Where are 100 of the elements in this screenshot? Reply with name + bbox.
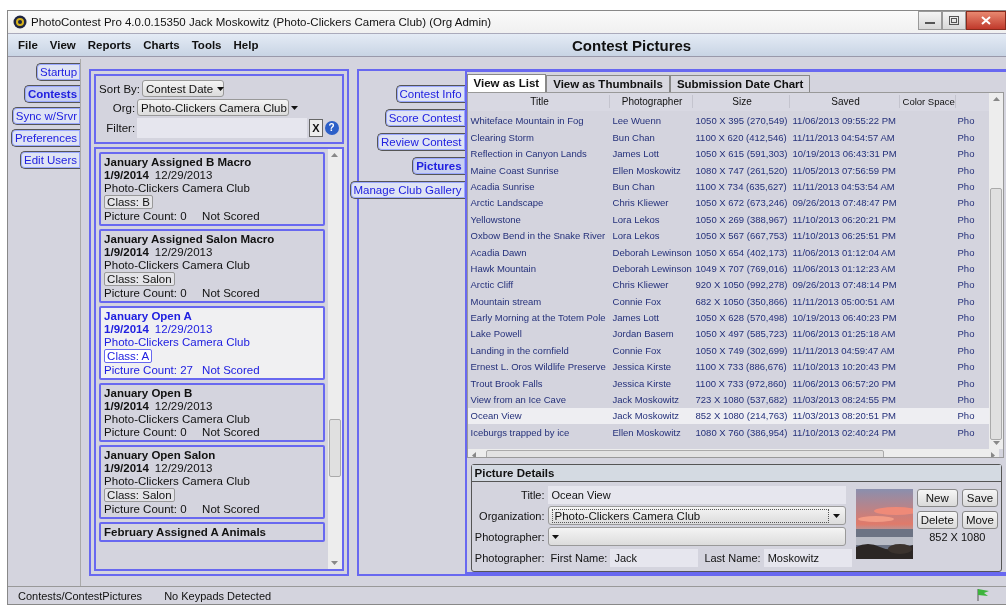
view-tab[interactable]: View as Thumbnails	[546, 74, 670, 92]
nav-tab[interactable]: Edit Users	[20, 151, 81, 169]
club-name: Photo-Clickers Camera Club	[104, 475, 251, 487]
section-heading: Picture Details	[471, 465, 1001, 482]
table-row[interactable]: View from an Ice Cave Jack Moskowitz 723 X 1080 (537,682) 11/03/2013 08:24:55 PM Pho	[467, 391, 989, 408]
table-cell-text: Jordan Basem	[611, 327, 675, 341]
table-cell-text: Arctic Cliff	[469, 278, 515, 292]
window-title: PhotoContest Pro 4.0.0.15350 Jack Moskowitz (Photo-Clickers Camera Club) (Org Admin)	[31, 16, 493, 28]
action-button[interactable]: Move	[961, 511, 998, 529]
clear-button[interactable]: X	[309, 119, 323, 137]
table-cell-text: James Lott	[611, 311, 660, 325]
table-cell-text: Jessica Kirste	[611, 376, 673, 390]
menu-item[interactable]: Charts	[137, 39, 186, 51]
scrollbar-thumb[interactable]	[990, 187, 1002, 440]
column-header[interactable]: Saved	[789, 95, 900, 109]
column-header[interactable]: Color Space	[899, 95, 956, 109]
title-field[interactable]: Ocean View	[547, 485, 846, 504]
table-row[interactable]: Ocean View Jack Moskowitz 852 X 1080 (214,763) 11/03/2013 08:20:51 PM Pho	[467, 407, 989, 425]
closing-date: 12/29/2013	[154, 246, 213, 258]
table-cell-text: Pho	[956, 409, 976, 423]
nav-tab[interactable]: Manage Club Gallery	[349, 181, 465, 199]
menu-item[interactable]: Help	[227, 39, 265, 51]
contest-card[interactable]: January Open A 1/9/2014 12/29/2013 Photo-Clickers Camera Club Class: A Picture Count: 27 Not Scored	[99, 306, 325, 380]
contest-card[interactable]: January Open B 1/9/2014 12/29/2013 Photo-Clickers Camera Club Picture Count: 0 Not Scored	[99, 383, 325, 442]
nav-tab[interactable]: Review Contest	[377, 133, 465, 151]
contest-card[interactable]: January Open Salon 1/9/2014 12/29/2013 Photo-Clickers Camera Club Class: Salon Picture Count: 0 Not Scored	[99, 445, 325, 519]
table-cell-text: James Lott	[611, 147, 660, 161]
contest-card[interactable]: January Assigned B Macro 1/9/2014 12/29/2013 Photo-Clickers Camera Club Class: B Picture Count: 0 Not Scored	[99, 152, 325, 226]
down-arrow-icon	[331, 561, 339, 565]
menu-item[interactable]: Reports	[81, 39, 138, 51]
sort-dropdown[interactable]: Contest Date	[142, 80, 224, 97]
nav-tab[interactable]: Sync w/Srvr	[11, 107, 81, 125]
last-name-field[interactable]: Moskowitz	[763, 548, 852, 567]
table-row[interactable]: Maine Coast Sunrise Ellen Moskowitz 1080 X 747 (261,520) 11/05/2013 07:56:59 PM Pho	[467, 161, 989, 179]
photographer-dropdown[interactable]	[547, 527, 846, 546]
nav-tab[interactable]: Contest Info	[395, 85, 465, 103]
table-cell-text: Pho	[956, 114, 976, 128]
scrollbar[interactable]	[327, 149, 342, 569]
nav-tab[interactable]: Score Contest	[384, 109, 465, 127]
column-header[interactable]: Title	[467, 95, 610, 109]
scrollbar-thumb[interactable]	[328, 419, 341, 477]
table-row[interactable]: Oxbow Bend in the Snake River Lora Lekos 1050 X 567 (667,753) 11/10/2013 06:25:51 PM Pho	[467, 227, 989, 244]
closing-date: 12/29/2013	[154, 400, 213, 412]
table-row[interactable]: Trout Brook Falls Jessica Kirste 1100 X 733 (972,860) 11/06/2013 06:57:20 PM Pho	[467, 374, 989, 392]
table-cell-text: 11/06/2013 01:25:18 AM	[791, 327, 897, 341]
table-cell-text: Hawk Mountain	[469, 261, 537, 275]
table-cell-text: 1050 X 269 (388,967)	[694, 212, 789, 226]
table-row[interactable]: Lake Powell Jordan Basem 1050 X 497 (585,723) 11/06/2013 01:25:18 AM Pho	[467, 325, 989, 343]
table-row[interactable]: Acadia Dawn Deborah Lewinson 1050 X 654 (402,173) 11/06/2013 01:12:04 AM Pho	[467, 243, 989, 261]
nav-tab[interactable]: Preferences	[11, 129, 81, 147]
flag-icon	[976, 587, 990, 601]
table-row[interactable]: Acadia Sunrise Bun Chan 1100 X 734 (635,627) 11/11/2013 04:53:54 AM Pho	[467, 178, 989, 195]
table-cell-text: 1050 X 615 (591,303)	[694, 147, 789, 161]
table-cell-text: Pho	[956, 343, 976, 357]
action-button[interactable]: New	[916, 489, 958, 507]
score-status: Not Scored	[202, 210, 260, 222]
action-button[interactable]: Delete	[916, 511, 958, 529]
column-header[interactable]: Size	[692, 95, 790, 109]
table-row[interactable]: Arctic Cliff Chris Kliewer 920 X 1050 (992,278) 09/26/2013 07:48:14 PM Pho	[467, 276, 989, 293]
help-button[interactable]: ?	[324, 121, 339, 135]
table-cell-text: 09/26/2013 07:48:14 PM	[791, 278, 898, 292]
maximize-button[interactable]	[942, 11, 966, 30]
menu-item[interactable]: File	[12, 39, 44, 51]
table-row[interactable]: Yellowstone Lora Lekos 1050 X 269 (388,967) 11/10/2013 06:20:21 PM Pho	[467, 211, 989, 228]
filter-field[interactable]	[137, 118, 308, 138]
score-status: Not Scored	[202, 287, 260, 299]
table-row[interactable]: Mountain stream Connie Fox 682 X 1050 (350,866) 11/11/2013 05:00:51 AM Pho	[467, 293, 989, 310]
view-tab[interactable]: Submission Date Chart	[669, 74, 811, 92]
minimize-button[interactable]	[918, 11, 942, 30]
organization-dropdown[interactable]: Photo-Clickers Camera Club	[547, 506, 846, 525]
nav-tab[interactable]: Contests	[23, 85, 81, 103]
contest-date: 1/9/2014	[104, 323, 149, 335]
table-row[interactable]: Reflection in Canyon Lands James Lott 1050 X 615 (591,303) 10/19/2013 06:43:31 PM Pho	[467, 145, 989, 162]
nav-tab[interactable]: Startup	[36, 63, 81, 81]
table-row[interactable]: Clearing Storm Bun Chan 1100 X 620 (412,546) 11/11/2013 04:54:57 AM Pho	[467, 129, 989, 146]
contest-card[interactable]: February Assigned A Animals	[99, 522, 325, 542]
table-row[interactable]: Early Morning at the Totem Pole James Lott 1050 X 628 (570,498) 10/19/2013 06:40:23 PM Pho	[467, 309, 989, 326]
table-row[interactable]: Landing in the cornfield Connie Fox 1050 X 749 (302,699) 11/11/2013 04:59:47 AM Pho	[467, 342, 989, 359]
table-row[interactable]: Arctic Landscape Chris Kliewer 1050 X 672 (673,246) 09/26/2013 07:48:47 PM Pho	[467, 194, 989, 212]
table-row[interactable]: Whiteface Mountain in Fog Lee Wuenn 1050 X 395 (270,549) 11/06/2013 09:55:22 PM Pho	[467, 112, 989, 130]
picture-count: Picture Count: 0	[104, 210, 188, 222]
table-cell-text: Pho	[956, 311, 976, 325]
column-header[interactable]: Photographer	[609, 95, 693, 109]
table-cell-text: 1050 X 672 (673,246)	[694, 196, 789, 210]
contest-card[interactable]: January Assigned Salon Macro 1/9/2014 12/29/2013 Photo-Clickers Camera Club Class: Salon Picture Count: 0 Not Scored	[99, 229, 325, 303]
menu-item[interactable]: Tools	[185, 39, 228, 51]
nav-tab[interactable]: Pictures	[412, 157, 465, 175]
table-row[interactable]: Ernest L. Oros Wildlife Preserve Jessica Kirste 1100 X 733 (886,676) 11/10/2013 10:20:43 PM Pho	[467, 358, 989, 375]
table-row[interactable]: Iceburgs trapped by ice Ellen Moskowitz 1080 X 760 (386,954) 11/10/2013 02:40:24 PM Pho	[467, 424, 989, 441]
close-button[interactable]	[966, 11, 1006, 30]
scrollbar[interactable]	[989, 92, 1003, 449]
first-name-field[interactable]: Jack	[610, 548, 699, 567]
table-cell-text: Pho	[956, 425, 976, 439]
table-cell-text: Pho	[956, 376, 976, 390]
table-cell-text: Connie Fox	[611, 294, 663, 308]
picture-count: Picture Count: 0	[104, 503, 188, 515]
menu-item[interactable]: View	[43, 39, 82, 51]
view-tab[interactable]: View as List	[466, 73, 547, 92]
table-row[interactable]: Hawk Mountain Deborah Lewinson 1049 X 707 (769,016) 11/06/2013 01:12:23 AM Pho	[467, 260, 989, 277]
action-button[interactable]: Save	[961, 489, 998, 507]
